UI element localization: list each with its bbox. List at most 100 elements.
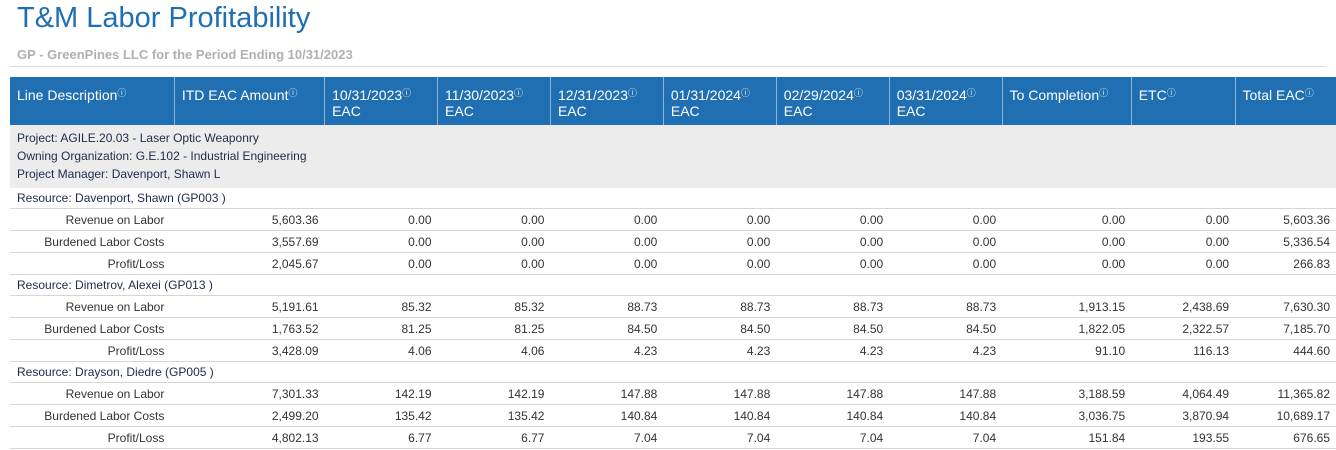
amount-cell: 0.00: [889, 208, 1003, 231]
amount-cell: 0.00: [889, 230, 1003, 253]
column-header-label: To Completion: [1009, 87, 1100, 103]
column-header[interactable]: ETCⓘ: [1130, 77, 1236, 125]
column-header[interactable]: Total EACⓘ: [1234, 77, 1336, 125]
amount-cell: 7.04: [776, 426, 890, 449]
table-row: Revenue on Labor 7,301.33 142.19 142.19 147.…: [10, 382, 1336, 405]
title-divider: [10, 66, 1326, 67]
table-row: Revenue on Labor 5,191.61 85.32 85.32 88.73 8…: [10, 295, 1336, 318]
amount-cell: 3,428.09: [174, 339, 325, 362]
amount-cell: 84.50: [776, 317, 890, 340]
column-header-sublabel: EAC: [896, 103, 926, 119]
column-header-label: 02/29/2024: [783, 87, 854, 103]
amount-cell: 0.00: [1002, 230, 1132, 253]
info-icon[interactable]: ⓘ: [628, 88, 637, 98]
amount-cell: 140.84: [889, 404, 1003, 427]
column-header-label: 11/30/2023: [445, 87, 515, 103]
amount-cell: 6.77: [324, 426, 438, 449]
amount-cell: 0.00: [1131, 230, 1236, 253]
resource-label: Resource: Drayson, Diedre (GP005 ): [10, 361, 1336, 383]
info-icon[interactable]: ⓘ: [1167, 88, 1176, 98]
column-header-label: Line Description: [17, 87, 118, 103]
amount-cell: 0.00: [437, 230, 551, 253]
amount-cell: 0.00: [437, 252, 551, 275]
amount-cell: 4.23: [776, 339, 890, 362]
info-icon[interactable]: ⓘ: [967, 88, 976, 98]
amount-cell: 2,322.57: [1131, 317, 1236, 340]
line-description-cell: Profit/Loss: [10, 426, 175, 449]
table-row: Profit/Loss 2,045.67 0.00 0.00 0.00 0.00 0.00 0…: [10, 252, 1336, 275]
amount-cell: 5,336.54: [1235, 230, 1336, 253]
column-header-label: 01/31/2024: [670, 87, 741, 103]
line-description-cell: Profit/Loss: [10, 252, 175, 275]
amount-cell: 3,557.69: [174, 230, 325, 253]
info-icon[interactable]: ⓘ: [741, 88, 750, 98]
table-row: Burdened Labor Costs 2,499.20 135.42 135.42…: [10, 404, 1336, 427]
amount-cell: 0.00: [663, 252, 777, 275]
amount-cell: 0.00: [550, 230, 664, 253]
column-header[interactable]: 01/31/2024ⓘ EAC: [662, 77, 777, 125]
column-header-label: Total EAC: [1242, 87, 1305, 103]
column-header[interactable]: 10/31/2023ⓘ EAC: [324, 77, 438, 125]
amount-cell: 10,689.17: [1235, 404, 1336, 427]
info-icon[interactable]: ⓘ: [514, 88, 523, 98]
line-description-cell: Revenue on Labor: [10, 382, 175, 405]
amount-cell: 7,630.30: [1235, 295, 1336, 318]
line-description-cell: Burdened Labor Costs: [10, 317, 175, 340]
amount-cell: 0.00: [1002, 252, 1132, 275]
amount-cell: 147.88: [663, 382, 777, 405]
amount-cell: 7.04: [889, 426, 1003, 449]
info-icon[interactable]: ⓘ: [288, 88, 297, 98]
column-header[interactable]: 11/30/2023ⓘ EAC: [437, 77, 551, 125]
info-icon[interactable]: ⓘ: [1099, 88, 1108, 98]
amount-cell: 4.23: [550, 339, 664, 362]
project-info-line2: Owning Organization: G.E.102 - Industria…: [17, 149, 307, 163]
amount-cell: 4.23: [663, 339, 777, 362]
amount-cell: 4.06: [324, 339, 438, 362]
info-icon[interactable]: ⓘ: [854, 88, 863, 98]
amount-cell: 85.32: [437, 295, 551, 318]
amount-cell: 81.25: [324, 317, 438, 340]
amount-cell: 84.50: [663, 317, 777, 340]
amount-cell: 0.00: [889, 252, 1003, 275]
amount-cell: 1,822.05: [1002, 317, 1132, 340]
amount-cell: 266.83: [1235, 252, 1336, 275]
column-header[interactable]: Line Descriptionⓘ: [10, 77, 175, 125]
amount-cell: 88.73: [889, 295, 1003, 318]
project-header-row: Project: AGILE.20.03 - Laser Optic Weapo…: [10, 125, 1336, 188]
amount-cell: 0.00: [776, 208, 890, 231]
info-icon[interactable]: ⓘ: [1305, 88, 1314, 98]
column-header[interactable]: 12/31/2023ⓘ EAC: [549, 77, 664, 125]
amount-cell: 193.55: [1131, 426, 1236, 449]
amount-cell: 0.00: [1131, 208, 1236, 231]
amount-cell: 0.00: [550, 252, 664, 275]
amount-cell: 5,191.61: [174, 295, 325, 318]
column-header-sublabel: EAC: [783, 103, 813, 119]
amount-cell: 142.19: [437, 382, 551, 405]
amount-cell: 0.00: [663, 208, 777, 231]
amount-cell: 147.88: [550, 382, 664, 405]
column-header-label: ETC: [1138, 87, 1167, 103]
amount-cell: 85.32: [324, 295, 438, 318]
column-header-label: 10/31/2023: [332, 87, 403, 103]
column-header[interactable]: To Completionⓘ: [1001, 77, 1132, 125]
amount-cell: 147.88: [889, 382, 1003, 405]
amount-cell: 81.25: [437, 317, 551, 340]
resource-row: Resource: Drayson, Diedre (GP005 ): [10, 361, 1336, 383]
column-header[interactable]: ITD EAC Amountⓘ: [173, 77, 325, 125]
amount-cell: 6.77: [437, 426, 551, 449]
amount-cell: 135.42: [324, 404, 438, 427]
info-icon[interactable]: ⓘ: [117, 88, 126, 98]
amount-cell: 91.10: [1002, 339, 1132, 362]
info-icon[interactable]: ⓘ: [402, 88, 411, 98]
column-header[interactable]: 03/31/2024ⓘ EAC: [888, 77, 1003, 125]
amount-cell: 88.73: [776, 295, 890, 318]
amount-cell: 0.00: [776, 230, 890, 253]
line-description-cell: Revenue on Labor: [10, 295, 175, 318]
column-header[interactable]: 02/29/2024ⓘ EAC: [775, 77, 890, 125]
resource-label: Resource: Davenport, Shawn (GP003 ): [10, 188, 1336, 209]
amount-cell: 7,185.70: [1235, 317, 1336, 340]
column-header-sublabel: EAC: [332, 103, 361, 119]
amount-cell: 88.73: [550, 295, 664, 318]
amount-cell: 147.88: [776, 382, 890, 405]
column-header-label: ITD EAC Amount: [181, 87, 289, 103]
